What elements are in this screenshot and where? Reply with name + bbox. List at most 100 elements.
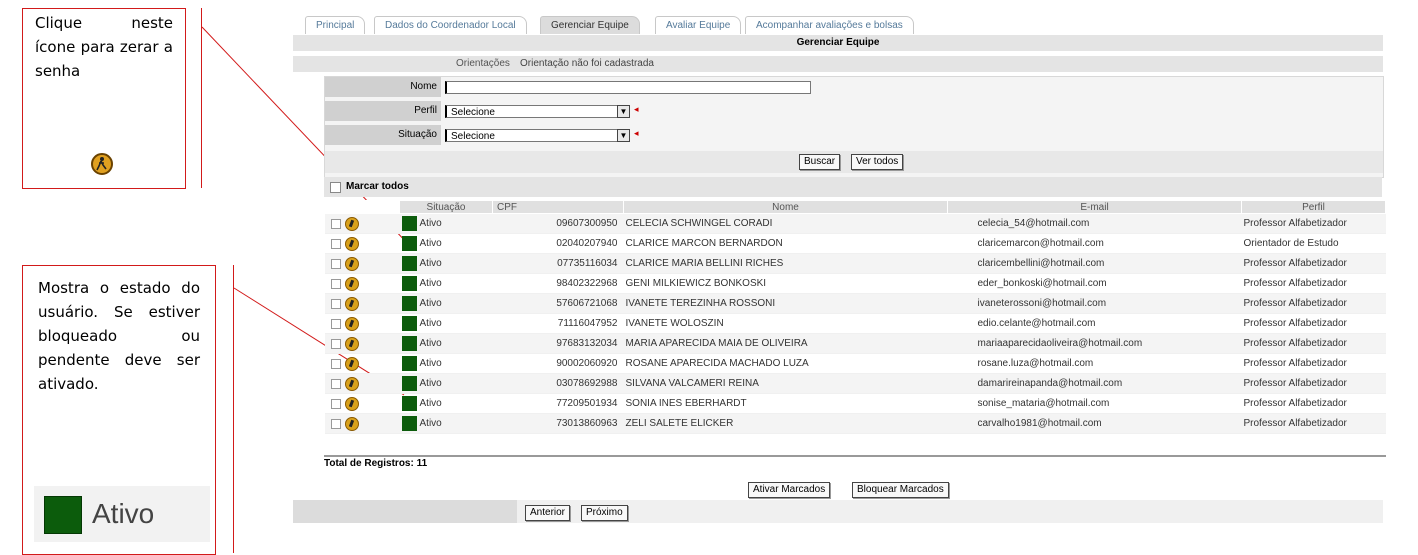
row-profile: Professor Alfabetizador (1241, 373, 1386, 394)
row-cpf[interactable]: 07735116034 (492, 253, 624, 274)
status-required-icon: ◂ (634, 128, 639, 138)
row-checkbox[interactable] (330, 338, 341, 349)
tab-avaliar-equipe[interactable]: Avaliar Equipe (655, 16, 742, 34)
mark-all-checkbox[interactable] (330, 182, 341, 193)
status-square-icon (401, 316, 417, 331)
row-checkbox[interactable] (330, 298, 341, 309)
table-row: Ativo 73013860963 ZELI SALETE ELICKER carva… (324, 413, 1386, 434)
reset-password-icon[interactable] (345, 416, 360, 431)
header-profile: Perfil (1241, 200, 1386, 214)
tab-gerenciar-equipe[interactable]: Gerenciar Equipe (540, 16, 640, 34)
row-profile: Professor Alfabetizador (1241, 293, 1386, 314)
row-name: CLARICE MARIA BELLINI RICHES (623, 253, 948, 274)
search-form: Nome Perfil Selecione ▼ ◂ Situação Selec… (324, 76, 1384, 178)
status-dropdown-icon[interactable]: ▼ (617, 129, 630, 142)
orientations-bar: Orientações Orientação não foi cadastrad… (293, 56, 1383, 72)
table-row: Ativo 97683132034 MARIA APARECIDA MAIA DE … (324, 333, 1386, 354)
next-page-button[interactable]: Próximo (581, 505, 628, 521)
row-status[interactable]: Ativo (399, 333, 493, 354)
header-status: Situação (399, 200, 493, 214)
row-cpf[interactable]: 77209501934 (492, 393, 624, 414)
row-profile: Professor Alfabetizador (1241, 413, 1386, 434)
row-status[interactable]: Ativo (399, 393, 493, 414)
row-cpf[interactable]: 90002060920 (492, 353, 624, 374)
mark-all-bar: Marcar todos (324, 177, 1382, 197)
row-status[interactable]: Ativo (399, 253, 493, 274)
row-name: GENI MILKIEWICZ BONKOSKI (623, 273, 948, 294)
profile-select[interactable]: Selecione (445, 105, 625, 118)
search-button[interactable]: Buscar (799, 154, 841, 170)
row-cpf[interactable]: 02040207940 (492, 233, 624, 254)
status-square-icon (401, 236, 417, 251)
row-cpf[interactable]: 98402322968 (492, 273, 624, 294)
reset-password-icon[interactable] (345, 276, 360, 291)
row-checkbox[interactable] (330, 358, 341, 369)
reset-password-icon[interactable] (345, 376, 360, 391)
profile-dropdown-icon[interactable]: ▼ (617, 105, 630, 118)
row-cpf[interactable]: 73013860963 (492, 413, 624, 434)
row-email: claricembellini@hotmail.com (947, 253, 1242, 274)
row-status[interactable]: Ativo (399, 413, 493, 434)
reset-password-icon[interactable] (345, 356, 360, 371)
row-status[interactable]: Ativo (399, 213, 493, 234)
row-cpf[interactable]: 57606721068 (492, 293, 624, 314)
pagination-bar-left (293, 500, 517, 523)
status-square-icon (401, 416, 417, 431)
row-status[interactable]: Ativo (399, 353, 493, 374)
row-status[interactable]: Ativo (399, 313, 493, 334)
view-all-button[interactable]: Ver todos (851, 154, 904, 170)
status-square-icon (401, 396, 417, 411)
row-cpf[interactable]: 03078692988 (492, 373, 624, 394)
row-email: mariaaparecidaoliveira@hotmail.com (947, 333, 1242, 354)
row-profile: Professor Alfabetizador (1241, 333, 1386, 354)
row-status[interactable]: Ativo (399, 293, 493, 314)
table-row: Ativo 57606721068 IVANETE TEREZINHA ROSSON… (324, 293, 1386, 314)
row-checkbox[interactable] (330, 398, 341, 409)
row-name: CLARICE MARCON BERNARDON (623, 233, 948, 254)
row-email: damarireinapanda@hotmail.com (947, 373, 1242, 394)
row-status[interactable]: Ativo (399, 273, 493, 294)
reset-password-icon[interactable] (345, 256, 360, 271)
reset-password-icon[interactable] (345, 296, 360, 311)
table-row: Ativo 09607300950 CELECIA SCHWINGEL CORADI… (324, 213, 1386, 234)
row-actions (324, 313, 400, 334)
tab-dados-coordenador[interactable]: Dados do Coordenador Local (374, 16, 527, 34)
reset-password-icon[interactable] (345, 316, 360, 331)
status-select[interactable]: Selecione (445, 129, 625, 142)
tab-principal[interactable]: Principal (305, 16, 366, 34)
row-checkbox[interactable] (330, 238, 341, 249)
row-name: SONIA INES EBERHARDT (623, 393, 948, 414)
row-cpf[interactable]: 71116047952 (492, 313, 624, 334)
prev-page-button[interactable]: Anterior (525, 505, 571, 521)
activate-marked-button[interactable]: Ativar Marcados (748, 482, 831, 498)
row-actions (324, 333, 400, 354)
name-input[interactable] (445, 81, 811, 94)
block-marked-button[interactable]: Bloquear Marcados (852, 482, 949, 498)
row-status[interactable]: Ativo (399, 233, 493, 254)
row-profile: Orientador de Estudo (1241, 233, 1386, 254)
row-status-label: Ativo (419, 378, 442, 390)
row-status[interactable]: Ativo (399, 373, 493, 394)
row-profile: Professor Alfabetizador (1241, 273, 1386, 294)
reset-password-icon[interactable] (345, 396, 360, 411)
name-label: Nome (325, 77, 441, 97)
row-actions (324, 393, 400, 414)
row-status-label: Ativo (419, 258, 442, 270)
row-profile: Professor Alfabetizador (1241, 253, 1386, 274)
row-checkbox[interactable] (330, 418, 341, 429)
tab-acompanhar[interactable]: Acompanhar avaliações e bolsas (745, 16, 914, 34)
row-actions (324, 373, 400, 394)
row-checkbox[interactable] (330, 318, 341, 329)
row-checkbox[interactable] (330, 258, 341, 269)
row-checkbox[interactable] (330, 378, 341, 389)
row-checkbox[interactable] (330, 278, 341, 289)
reset-password-icon[interactable] (345, 236, 360, 251)
row-status-label: Ativo (419, 218, 442, 230)
row-cpf[interactable]: 09607300950 (492, 213, 624, 234)
reset-password-icon[interactable] (345, 216, 360, 231)
row-name: ZELI SALETE ELICKER (623, 413, 948, 434)
row-email: claricemarcon@hotmail.com (947, 233, 1242, 254)
row-checkbox[interactable] (330, 218, 341, 229)
reset-password-icon[interactable] (345, 336, 360, 351)
row-cpf[interactable]: 97683132034 (492, 333, 624, 354)
